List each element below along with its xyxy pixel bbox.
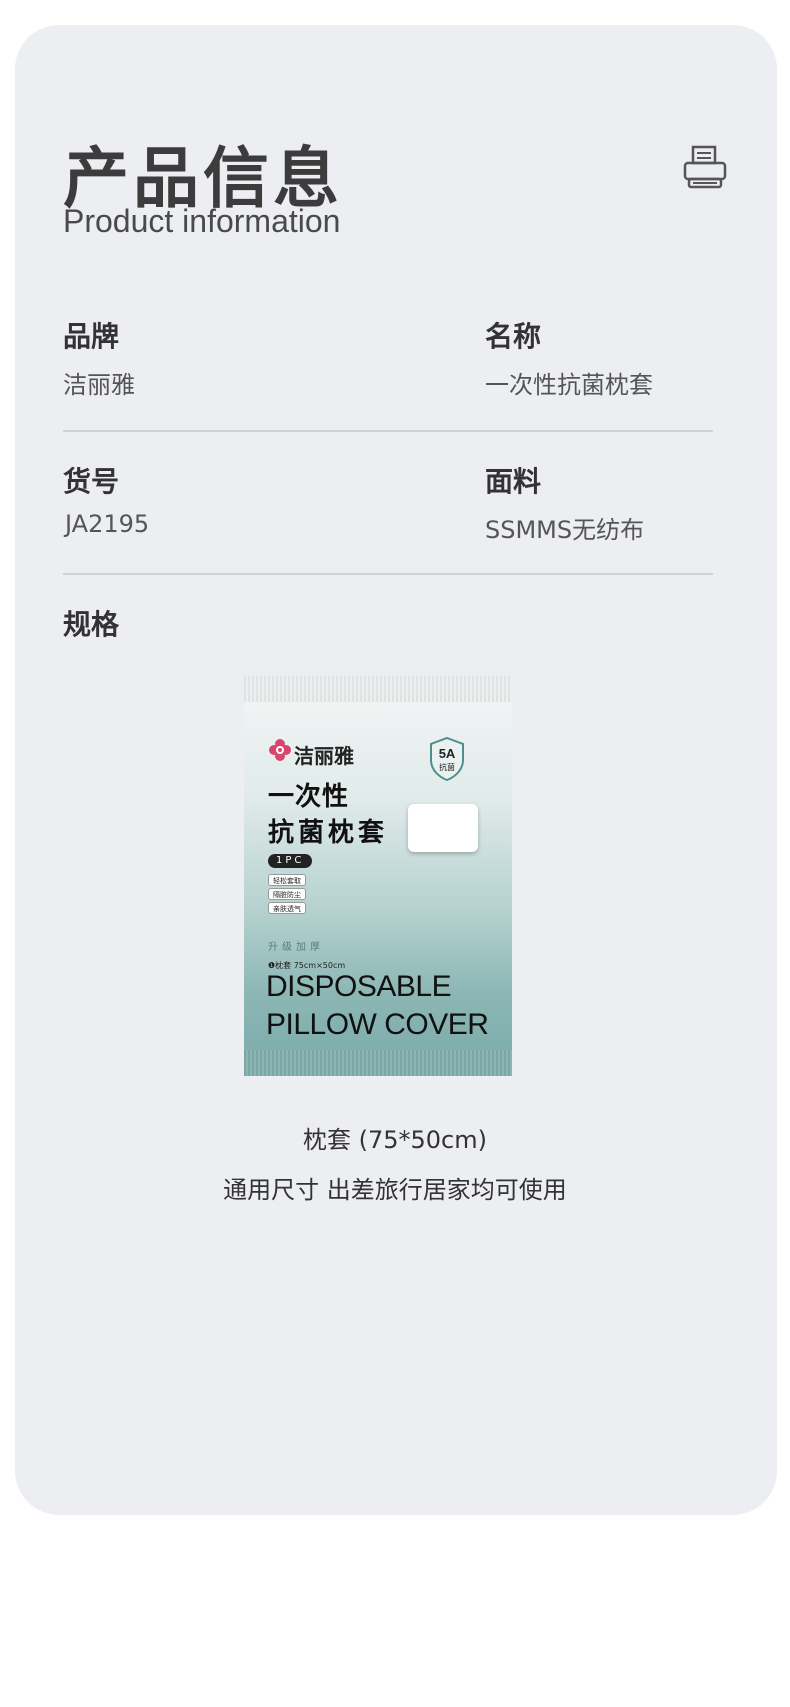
brand-value: 洁丽雅 [63, 371, 135, 399]
package-upgrade-note: 升级加厚 [268, 942, 324, 953]
name-label: 名称 [485, 320, 542, 353]
package-english-line1: DISPOSABLE [266, 970, 452, 1003]
size-caption: 枕套 (75*50cm) [302, 1126, 487, 1154]
package-brand: 洁丽雅 [294, 744, 354, 768]
divider [63, 573, 713, 575]
item-no-value: JA2195 [65, 510, 150, 538]
package-english-line2: PILLOW COVER [266, 1008, 489, 1041]
brand-logo-icon [269, 739, 291, 761]
package-seal-top [244, 676, 512, 702]
material-value: SSMMS无纺布 [485, 516, 645, 544]
printer-icon[interactable] [681, 143, 729, 191]
product-image: 洁丽雅 5A 抗菌 一次性 抗菌枕套 1PC 轻松套取 隔脏防尘 亲肤透气 升级… [244, 676, 512, 1076]
shield-badge-bottom: 抗菌 [439, 762, 455, 772]
package-title-line1: 一次性 [268, 782, 350, 812]
brand-label: 品牌 [63, 320, 120, 353]
name-value: 一次性抗菌枕套 [485, 371, 653, 399]
divider [63, 430, 713, 432]
package-feature: 隔脏防尘 [268, 888, 306, 900]
shield-badge-top: 5A [439, 746, 456, 761]
material-label: 面料 [485, 465, 542, 498]
package-count-badge: 1PC [268, 854, 313, 868]
item-no-label: 货号 [63, 465, 120, 498]
pillow-illustration [408, 804, 478, 852]
package-feature: 轻松套取 [268, 874, 306, 886]
package: 洁丽雅 5A 抗菌 一次性 抗菌枕套 1PC 轻松套取 隔脏防尘 亲肤透气 升级… [244, 676, 512, 1076]
spec-label: 规格 [63, 608, 120, 641]
package-seal-bottom [244, 1050, 512, 1076]
usage-caption: 通用尺寸 出差旅行居家均可使用 [223, 1176, 567, 1204]
antibacterial-shield-icon: 5A 抗菌 [430, 736, 464, 782]
package-feature: 亲肤透气 [268, 902, 306, 914]
package-title-line2: 抗菌枕套 [268, 818, 389, 848]
page-subtitle: Product information [63, 203, 341, 239]
